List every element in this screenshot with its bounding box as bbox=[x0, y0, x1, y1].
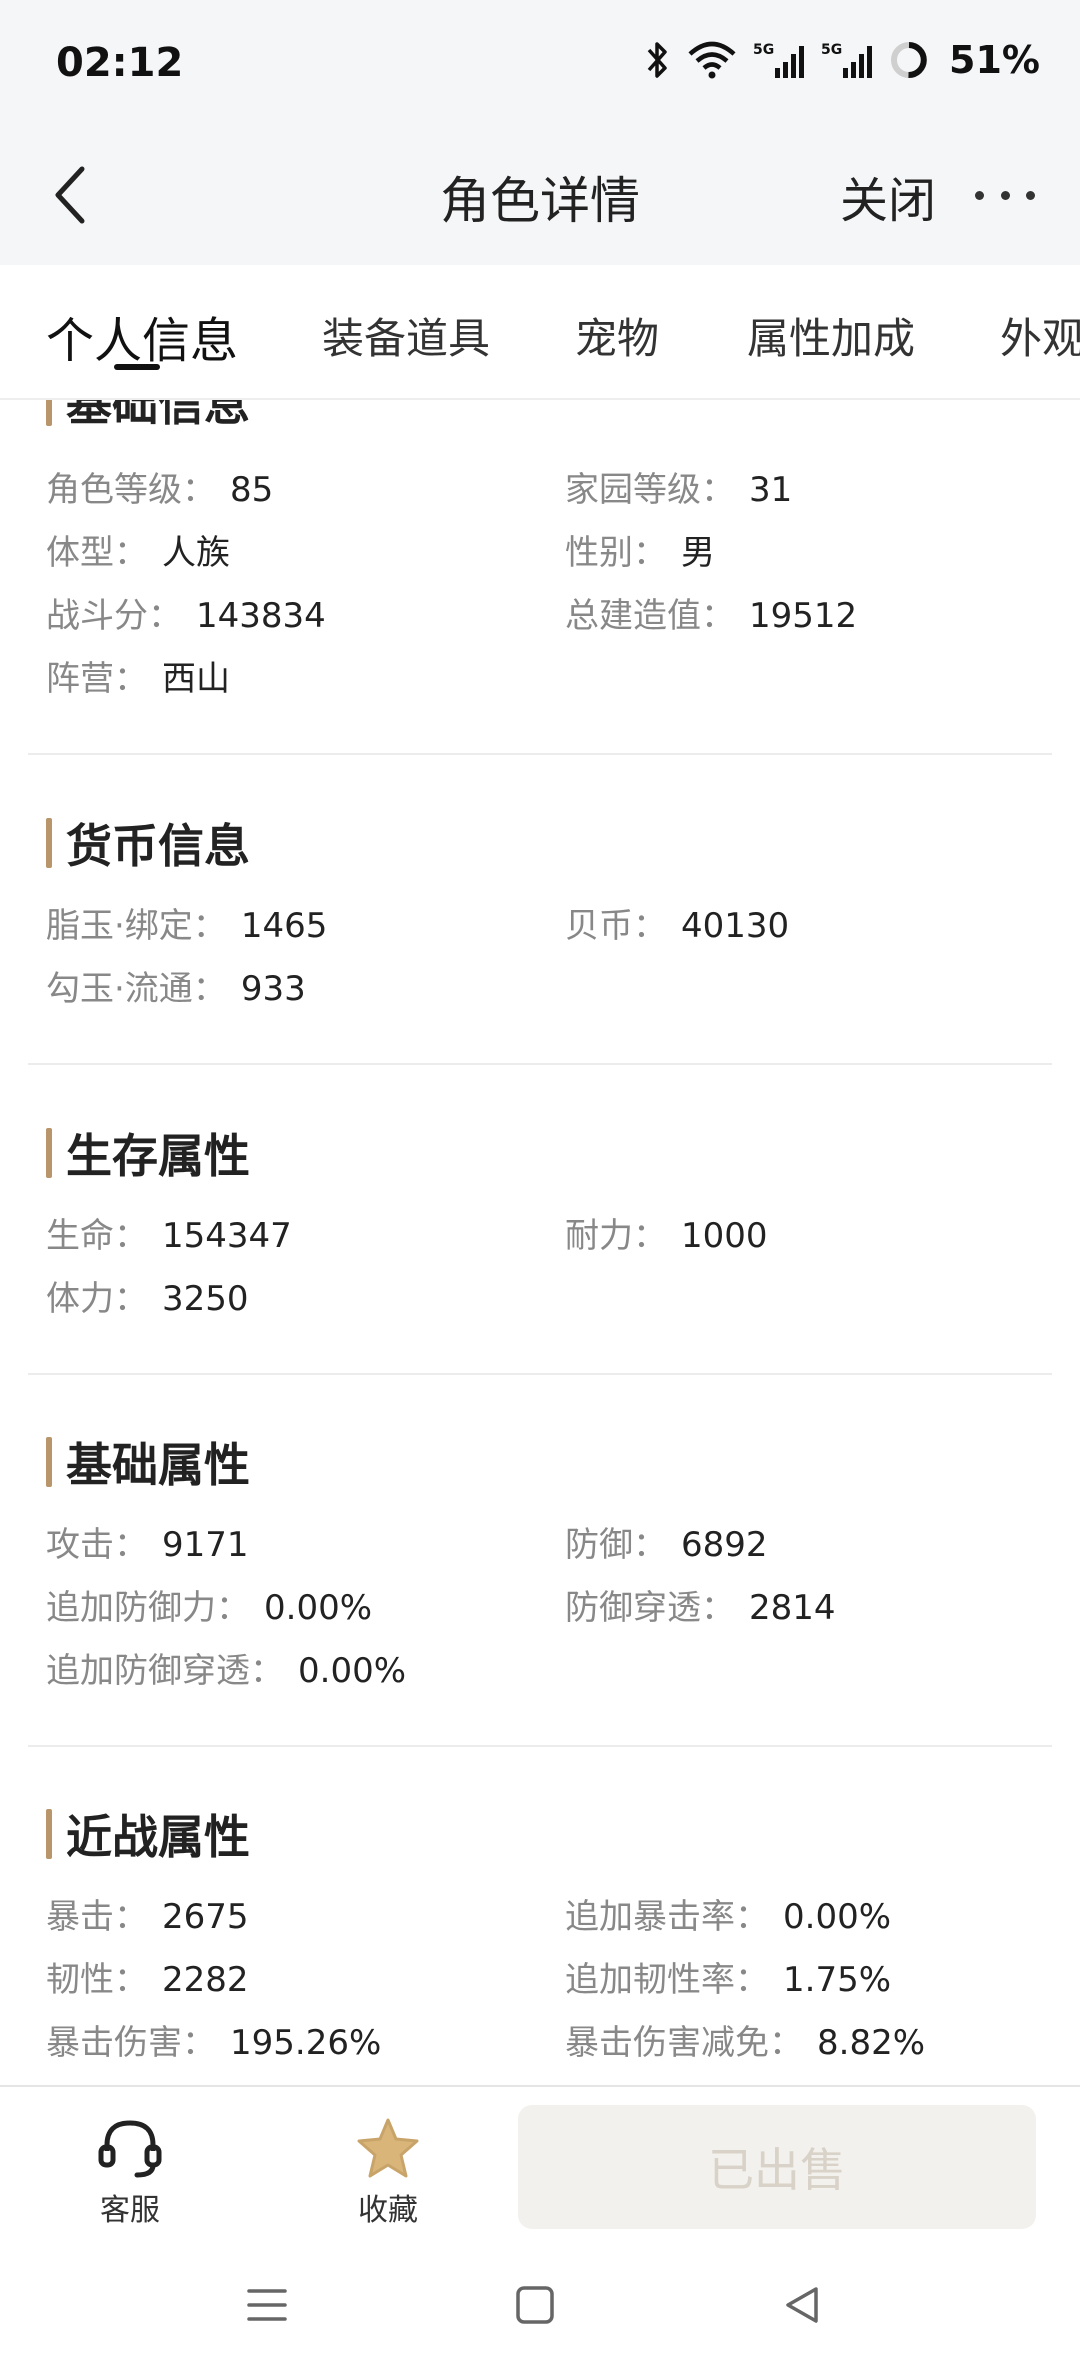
battery-ring-icon bbox=[891, 42, 928, 79]
sold-button[interactable]: 已出售 bbox=[518, 2105, 1036, 2229]
info-row: 勾玉·流通： 933 bbox=[46, 969, 306, 1009]
star-icon bbox=[357, 2118, 419, 2178]
tab-personal-info[interactable]: 个人信息 bbox=[46, 301, 238, 371]
info-row: 战斗分： 143834 bbox=[46, 596, 326, 636]
info-row: 追加防御穿透： 0.00% bbox=[46, 1651, 407, 1691]
info-row: 防御穿透： 2814 bbox=[565, 1588, 836, 1628]
status-icons: 5G 5G 51% bbox=[645, 38, 1040, 82]
triangle-back-icon bbox=[786, 2287, 818, 2323]
info-row: 追加韧性率： 1.75% bbox=[565, 1960, 892, 2000]
back-nav-button[interactable] bbox=[772, 2280, 832, 2330]
more-icon[interactable] bbox=[975, 175, 1035, 215]
info-row: 阵营： 西山 bbox=[46, 659, 230, 699]
close-button[interactable]: 关闭 bbox=[840, 161, 936, 231]
customer-service-button[interactable]: 客服 bbox=[50, 2115, 210, 2229]
info-row: 体型： 人族 bbox=[46, 533, 230, 573]
home-nav-button[interactable] bbox=[505, 2280, 565, 2330]
section-divider bbox=[28, 1063, 1052, 1065]
section-title-base-attributes: 基础属性 bbox=[46, 1429, 250, 1495]
tab-equipment[interactable]: 装备道具 bbox=[322, 305, 490, 366]
tab-bar: 个人信息 装备道具 宠物 属性加成 外观 bbox=[0, 265, 1080, 400]
info-row: 暴击伤害： 195.26% bbox=[46, 2023, 382, 2063]
section-divider bbox=[28, 753, 1052, 755]
tab-appearance[interactable]: 外观 bbox=[1000, 305, 1080, 366]
status-time: 02:12 bbox=[56, 40, 184, 86]
info-row: 追加防御力： 0.00% bbox=[46, 1588, 373, 1628]
square-home-icon bbox=[516, 2286, 554, 2324]
section-divider bbox=[28, 1745, 1052, 1747]
info-row: 家园等级： 31 bbox=[565, 470, 793, 510]
detail-content[interactable]: 基础信息 角色等级： 85 家园等级： 31 体型： 人族 性别：男 战斗分： 1438… bbox=[0, 400, 1080, 2085]
top-area: 02:12 5G 5G 51% 角色详情 关闭 bbox=[0, 0, 1080, 265]
svg-text:5G: 5G bbox=[753, 42, 774, 58]
header: 角色详情 关闭 bbox=[0, 125, 1080, 265]
menu-nav-button[interactable] bbox=[237, 2280, 297, 2330]
info-row: 追加暴击率： 0.00% bbox=[565, 1897, 892, 1937]
bluetooth-icon bbox=[647, 42, 667, 78]
section-title-melee-attributes: 近战属性 bbox=[46, 1801, 250, 1867]
favorite-label: 收藏 bbox=[358, 2193, 418, 2228]
info-row: 韧性： 2282 bbox=[46, 1960, 249, 2000]
5g-signal-icon: 5G bbox=[821, 42, 873, 78]
info-row: 生命： 154347 bbox=[46, 1216, 292, 1256]
customer-service-label: 客服 bbox=[100, 2193, 160, 2228]
5g-signal-icon: 5G bbox=[753, 42, 805, 78]
info-row: 贝币： 40130 bbox=[565, 906, 790, 946]
bottom-action-bar: 客服 收藏 已出售 bbox=[0, 2085, 1080, 2235]
section-title-survival: 生存属性 bbox=[46, 1120, 250, 1186]
section-title-basic-info: 基础信息 bbox=[46, 400, 250, 434]
info-row: 防御： 6892 bbox=[565, 1525, 768, 1565]
tab-pets[interactable]: 宠物 bbox=[575, 305, 659, 366]
info-row: 体力： 3250 bbox=[46, 1279, 249, 1319]
headset-icon bbox=[98, 2120, 162, 2178]
favorite-button[interactable]: 收藏 bbox=[308, 2115, 468, 2229]
menu-icon bbox=[247, 2289, 287, 2321]
section-divider bbox=[28, 1373, 1052, 1375]
active-tab-indicator bbox=[114, 364, 160, 370]
info-row: 角色等级： 85 bbox=[46, 470, 274, 510]
info-row: 暴击： 2675 bbox=[46, 1897, 249, 1937]
info-row: 暴击伤害减免： 8.82% bbox=[565, 2023, 926, 2063]
info-row: 耐力： 1000 bbox=[565, 1216, 768, 1256]
info-row: 总建造值： 19512 bbox=[565, 596, 858, 636]
status-bar: 02:12 5G 5G 51% bbox=[0, 0, 1080, 125]
info-row: 性别：男 bbox=[565, 533, 715, 573]
info-row: 攻击： 9171 bbox=[46, 1525, 249, 1565]
wifi-icon bbox=[688, 41, 736, 79]
battery-percent: 51% bbox=[949, 38, 1040, 82]
section-title-currency: 货币信息 bbox=[46, 810, 250, 876]
system-nav-bar bbox=[0, 2235, 1080, 2375]
tab-attribute-bonus[interactable]: 属性加成 bbox=[747, 305, 915, 366]
info-row: 脂玉·绑定： 1465 bbox=[46, 906, 328, 946]
svg-text:5G: 5G bbox=[821, 42, 842, 58]
